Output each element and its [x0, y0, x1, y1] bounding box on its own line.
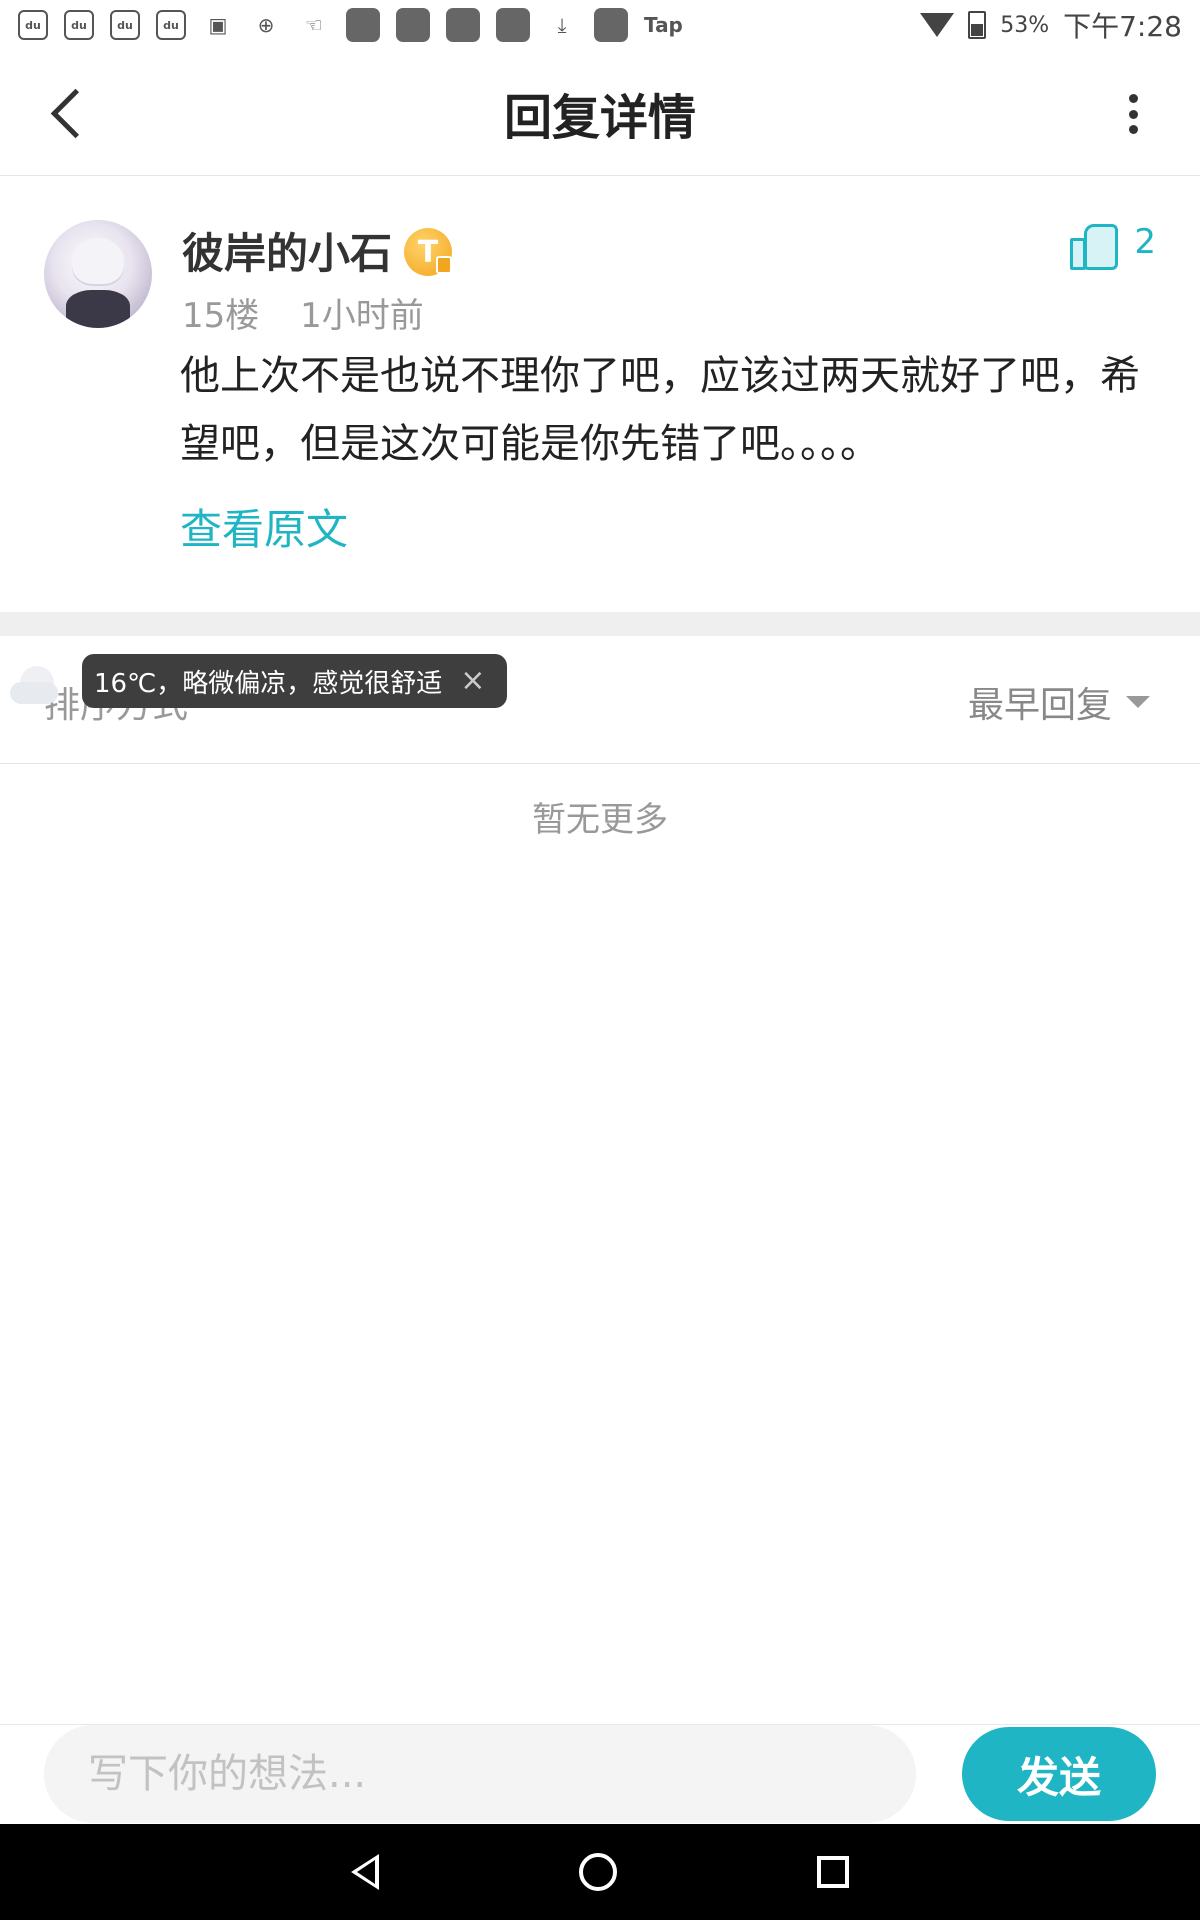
app-notification-icon [346, 8, 380, 42]
app-header: 回复详情 [0, 50, 1200, 176]
nav-home-icon[interactable] [579, 1853, 617, 1891]
post-content: 他上次不是也说不理你了吧，应该过两天就好了吧，希望吧，但是这次可能是你先错了吧。… [180, 353, 1140, 467]
battery-icon [968, 11, 987, 39]
status-bar: du du du du ▣ ⊕ ☜ ⤓ Tap 53% 下午7:28 [0, 0, 1200, 50]
post-meta: 15楼 1小时前 [182, 288, 424, 337]
nav-back-icon[interactable] [351, 1854, 379, 1890]
chevron-down-icon [1126, 696, 1150, 708]
more-options-icon[interactable] [1126, 94, 1140, 134]
post-time: 1小时前 [300, 296, 424, 336]
system-nav-bar [0, 1824, 1200, 1920]
sort-dropdown[interactable]: 最早回复 [968, 676, 1150, 728]
floor-number: 15楼 [182, 296, 260, 336]
back-arrow-icon[interactable] [48, 86, 88, 142]
username[interactable]: 彼岸的小石 [182, 220, 392, 281]
like-button[interactable]: 2 [1070, 220, 1156, 270]
reply-bar: 发送 [0, 1724, 1200, 1824]
notification-icons: du du du du ▣ ⊕ ☜ ⤓ Tap [18, 8, 683, 42]
baidu-app-icon: du [18, 10, 48, 40]
add-circle-icon: ⊕ [257, 13, 275, 37]
nav-recents-icon[interactable] [817, 1856, 849, 1888]
baidu-app-icon: du [110, 10, 140, 40]
like-count: 2 [1134, 222, 1156, 262]
badge-lock-icon [436, 256, 452, 274]
thumbs-up-icon [1070, 220, 1119, 270]
reply-post: 彼岸的小石 T 15楼 1小时前 他上次不是也说不理你了吧，应该过两天就好了吧，… [0, 176, 1200, 612]
page-title: 回复详情 [503, 89, 696, 146]
app-notification-icon [446, 8, 480, 42]
package-icon: ▣ [208, 13, 228, 37]
avatar[interactable] [44, 220, 152, 328]
app-notification-icon [594, 8, 628, 42]
sort-selected-value: 最早回复 [967, 685, 1112, 726]
hand-icon: ☜ [305, 13, 323, 37]
send-button[interactable]: 发送 [962, 1727, 1156, 1821]
wifi-icon [920, 13, 955, 37]
weather-toast-text: 16℃，略微偏凉，感觉很舒适 [94, 668, 443, 699]
battery-percent: 53% [1000, 12, 1050, 38]
clock: 下午7:28 [1063, 10, 1182, 43]
section-divider [0, 612, 1200, 636]
no-more-text: 暂无更多 [532, 800, 668, 840]
tap-app-icon: Tap [644, 13, 683, 37]
view-original-link[interactable]: 查看原文 [180, 496, 348, 557]
baidu-app-icon: du [64, 10, 94, 40]
cloud-icon [10, 666, 58, 706]
download-icon: ⤓ [557, 13, 567, 37]
image-icon [396, 8, 430, 42]
system-indicators: 53% 下午7:28 [920, 5, 1182, 45]
weather-toast: 16℃，略微偏凉，感觉很舒适 × [82, 654, 508, 708]
close-icon[interactable]: × [460, 666, 485, 696]
app-notification-icon [496, 8, 530, 42]
reply-input[interactable] [44, 1725, 916, 1823]
baidu-app-icon: du [156, 10, 186, 40]
